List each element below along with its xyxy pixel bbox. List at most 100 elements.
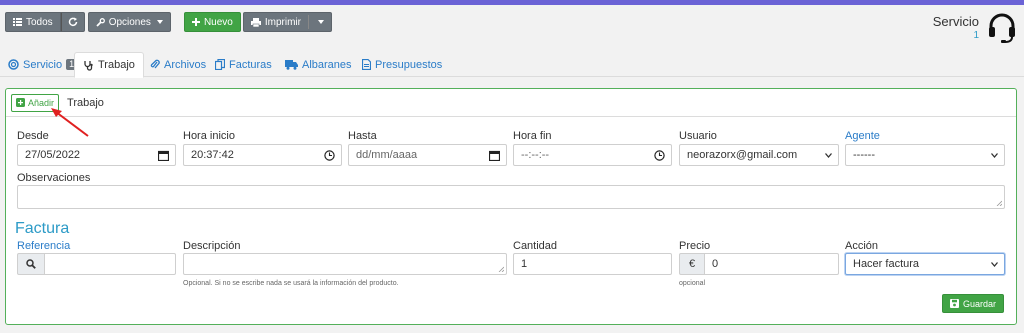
tab-presupuestos[interactable]: Presupuestos	[354, 52, 450, 77]
truck-icon	[285, 59, 298, 70]
agente-value: ------	[853, 149, 875, 161]
top-accent-bar	[0, 0, 1024, 5]
todos-button[interactable]: Todos	[5, 12, 61, 32]
agente-select[interactable]: ------	[845, 144, 1005, 166]
accion-select[interactable]: Hacer factura	[845, 253, 1005, 275]
calendar-icon[interactable]	[489, 150, 500, 161]
tab-facturas-label: Facturas	[229, 58, 272, 71]
hora-fin-label: Hora fin	[513, 130, 552, 142]
plus-icon	[191, 18, 200, 26]
factura-heading: Factura	[15, 220, 70, 237]
descripcion-label: Descripción	[183, 240, 241, 252]
cantidad-input[interactable]: 1	[513, 253, 672, 275]
refresh-icon	[68, 17, 77, 27]
opciones-dropdown[interactable]: Opciones	[87, 12, 171, 32]
life-ring-icon	[8, 59, 19, 70]
save-button[interactable]: Guardar	[941, 294, 1004, 313]
paperclip-icon	[150, 59, 160, 69]
tab-archivos[interactable]: Archivos	[142, 52, 214, 77]
refresh-button[interactable]	[60, 12, 85, 32]
tab-archivos-label: Archivos	[164, 58, 207, 71]
observaciones-textarea[interactable]	[17, 185, 1005, 209]
opciones-label: Opciones	[108, 16, 151, 28]
chevron-down-icon	[991, 153, 998, 158]
clock-icon[interactable]	[654, 150, 665, 161]
add-button-label: Añadir	[28, 97, 55, 108]
tab-albaranes[interactable]: Albaranes	[277, 52, 360, 77]
trabajo-panel: Añadir Trabajo Desde Hora inicio Hasta H…	[5, 88, 1017, 325]
hora-inicio-label: Hora inicio	[183, 130, 235, 142]
usuario-select[interactable]: neorazorx@gmail.com	[679, 144, 839, 166]
chevron-down-icon	[156, 20, 163, 24]
hasta-label: Hasta	[348, 130, 377, 142]
split-divider	[307, 15, 309, 29]
accion-value: Hacer factura	[853, 258, 920, 270]
chevron-down-icon	[991, 262, 998, 267]
nuevo-label: Nuevo	[203, 16, 233, 28]
list-icon	[13, 18, 22, 26]
precio-help: opcional	[679, 280, 706, 287]
observaciones-label: Observaciones	[17, 172, 91, 184]
hora-inicio-value: 20:37:42	[191, 149, 234, 161]
precio-label: Precio	[679, 240, 711, 252]
tab-facturas[interactable]: Facturas	[207, 52, 280, 77]
save-icon	[949, 299, 959, 308]
headset-icon	[989, 13, 1015, 43]
hora-fin-input[interactable]: --:--:--	[513, 144, 672, 166]
tab-albaranes-label: Albaranes	[302, 58, 352, 71]
usuario-label: Usuario	[679, 130, 717, 142]
tab-trabajo[interactable]: Trabajo	[74, 52, 144, 78]
resize-handle-icon[interactable]	[498, 266, 504, 272]
accion-label: Acción	[845, 240, 879, 252]
service-title: Servicio	[932, 14, 979, 29]
panel-title: Trabajo	[67, 96, 104, 109]
cantidad-value: 1	[521, 258, 528, 270]
wrench-icon	[96, 17, 105, 27]
desde-label: Desde	[17, 130, 49, 142]
calendar-icon[interactable]	[158, 150, 169, 161]
nuevo-button[interactable]: Nuevo	[183, 12, 241, 32]
search-icon	[26, 259, 36, 269]
descripcion-textarea[interactable]	[183, 253, 507, 275]
imprimir-dropdown[interactable]: Imprimir	[242, 12, 332, 32]
save-button-label: Guardar	[962, 298, 996, 309]
file-icon	[362, 59, 371, 70]
currency-symbol: €	[688, 258, 696, 270]
cantidad-label: Cantidad	[513, 240, 558, 252]
todos-label: Todos	[26, 16, 53, 28]
chevron-down-icon	[317, 20, 324, 24]
referencia-label[interactable]: Referencia	[17, 240, 70, 252]
print-icon	[250, 17, 261, 27]
agente-label[interactable]: Agente	[845, 130, 880, 142]
referencia-input[interactable]	[44, 253, 176, 275]
hasta-placeholder: dd/mm/aaaa	[356, 149, 418, 161]
chevron-down-icon	[825, 153, 832, 158]
tab-servicio[interactable]: Servicio 1	[0, 52, 85, 77]
copy-icon	[215, 59, 225, 70]
search-addon[interactable]	[17, 253, 45, 275]
main-toolbar: Todos Opciones Nuevo Imprimir	[5, 12, 332, 32]
tab-presupuestos-label: Presupuestos	[375, 58, 443, 71]
tab-trabajo-label: Trabajo	[98, 59, 135, 71]
precio-input[interactable]: 0	[704, 253, 839, 275]
precio-value: 0	[712, 258, 719, 270]
plus-square-icon	[16, 98, 25, 107]
add-button[interactable]: Añadir	[11, 93, 60, 112]
desde-date-input[interactable]: 27/05/2022	[17, 144, 176, 166]
hora-inicio-input[interactable]: 20:37:42	[183, 144, 342, 166]
service-header: Servicio 1	[933, 14, 979, 41]
hora-fin-placeholder: --:--:--	[521, 149, 550, 161]
resize-handle-icon[interactable]	[996, 200, 1002, 206]
hasta-date-input[interactable]: dd/mm/aaaa	[348, 144, 507, 166]
desde-value: 27/05/2022	[25, 149, 81, 161]
panel-header: Añadir Trabajo	[6, 89, 1016, 117]
currency-addon: €	[679, 253, 705, 275]
service-number[interactable]: 1	[933, 30, 979, 41]
todos-group: Todos	[5, 12, 85, 32]
tab-servicio-label: Servicio	[23, 58, 63, 71]
tab-bar: Servicio 1 Trabajo Archivos Facturas Alb…	[0, 52, 1024, 78]
stethoscope-icon	[84, 60, 93, 71]
imprimir-label: Imprimir	[264, 16, 301, 28]
clock-icon[interactable]	[324, 150, 335, 161]
descripcion-help: Opcional. Si no se escribe nada se usará…	[183, 280, 399, 287]
